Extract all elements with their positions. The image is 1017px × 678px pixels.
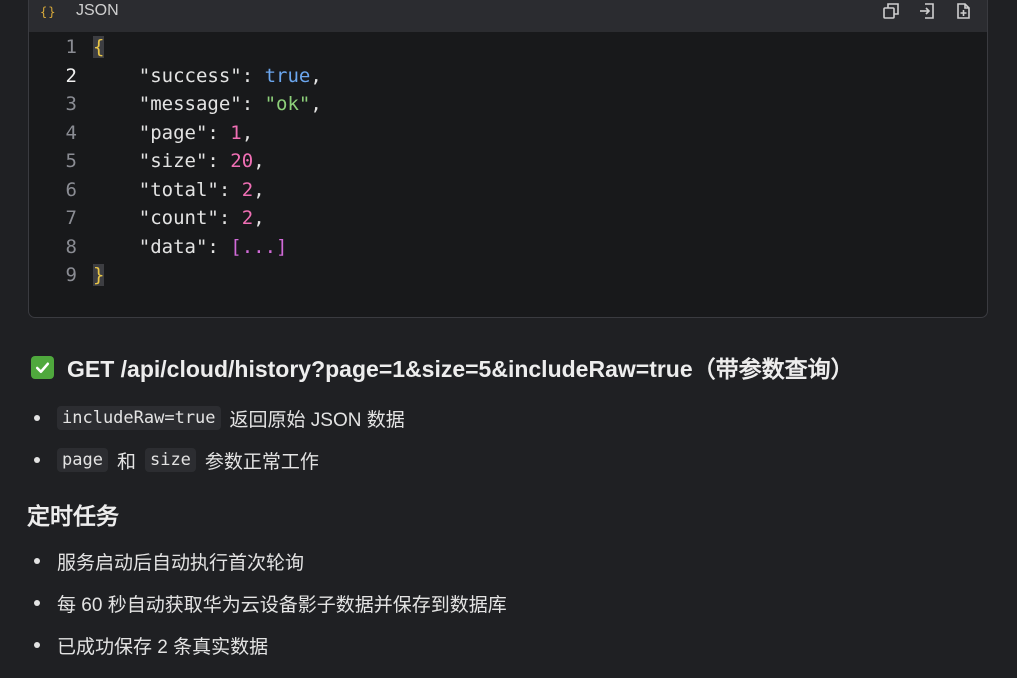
code-line-9: 9 } bbox=[29, 264, 987, 292]
code-text: "page": 1, bbox=[138, 122, 254, 144]
code-language-label: JSON bbox=[76, 2, 119, 19]
list-item: 已成功保存 2 条真实数据 bbox=[34, 630, 268, 660]
code-text: } bbox=[93, 264, 105, 286]
json-value: true bbox=[264, 65, 311, 87]
json-value: 2 bbox=[241, 207, 254, 229]
line-number: 6 bbox=[65, 179, 77, 201]
code-line-3: 3 "message": "ok", bbox=[29, 93, 987, 121]
code-text: { bbox=[93, 36, 105, 58]
code-text: "data": [...] bbox=[138, 236, 288, 258]
insert-icon[interactable] bbox=[917, 1, 937, 21]
json-value: 1 bbox=[230, 122, 242, 144]
json-key: "size" bbox=[138, 150, 208, 172]
json-key: "message" bbox=[138, 93, 242, 115]
json-value: "ok" bbox=[264, 93, 311, 115]
copy-icon[interactable] bbox=[881, 1, 901, 21]
code-block-header: {} JSON bbox=[29, 0, 987, 32]
code-line-5: 5 "size": 20, bbox=[29, 150, 987, 178]
line-number: 9 bbox=[65, 264, 77, 286]
api-heading-text: GET /api/cloud/history?page=1&size=5&inc… bbox=[67, 356, 854, 382]
list-item: page 和 size 参数正常工作 bbox=[34, 445, 319, 475]
bullet-dot bbox=[34, 415, 40, 421]
braces-icon: {} bbox=[40, 5, 57, 19]
code-body: 1 { 2 "success": true, 3 "message": "ok"… bbox=[29, 32, 987, 317]
line-number: 7 bbox=[65, 207, 77, 229]
inline-code: size bbox=[144, 448, 196, 472]
list-item: 服务启动后自动执行首次轮询 bbox=[34, 546, 304, 576]
code-text: "size": 20, bbox=[138, 150, 265, 172]
chat-response-page: {} JSON 1 {2 "success": true, 3 "messag… bbox=[0, 0, 1017, 678]
json-key: "page" bbox=[138, 122, 208, 144]
close-brace: } bbox=[93, 264, 105, 286]
json-key: "success" bbox=[138, 65, 242, 87]
bullet-dot bbox=[34, 457, 40, 463]
line-number: 8 bbox=[65, 236, 77, 258]
line-number: 3 bbox=[65, 93, 77, 115]
section-title: 定时任务 bbox=[27, 503, 119, 529]
line-number: 2 bbox=[65, 65, 77, 87]
json-value: [...] bbox=[230, 236, 288, 258]
api-endpoint-heading: GET /api/cloud/history?page=1&size=5&inc… bbox=[31, 352, 854, 382]
code-text: "count": 2, bbox=[138, 207, 265, 229]
json-value: 2 bbox=[241, 179, 254, 201]
bullet-dot bbox=[34, 642, 40, 648]
json-key: "data" bbox=[138, 236, 208, 258]
line-number: 5 bbox=[65, 150, 77, 172]
code-text: "success": true, bbox=[138, 65, 322, 87]
list-item: 每 60 秒自动获取华为云设备影子数据并保存到数据库 bbox=[34, 588, 507, 618]
code-line-6: 6 "total": 2, bbox=[29, 179, 987, 207]
json-key: "count" bbox=[138, 207, 219, 229]
json-key: "total" bbox=[138, 179, 219, 201]
list-item-joiner: 和 bbox=[116, 451, 136, 473]
code-line-4: 4 "page": 1, bbox=[29, 122, 987, 150]
code-line-8: 8 "data": [...] bbox=[29, 236, 987, 264]
line-number: 4 bbox=[65, 122, 77, 144]
bullet-dot bbox=[34, 600, 40, 606]
bullet-dot bbox=[34, 558, 40, 564]
line-number: 1 bbox=[65, 36, 77, 58]
code-line-1: 1 { bbox=[29, 36, 987, 64]
list-item-text: 每 60 秒自动获取华为云设备影子数据并保存到数据库 bbox=[57, 594, 507, 616]
check-icon bbox=[31, 355, 54, 379]
list-item: includeRaw=true 返回原始 JSON 数据 bbox=[34, 403, 405, 433]
code-line-7: 7 "count": 2, bbox=[29, 207, 987, 235]
code-line-2: 2 "success": true, bbox=[29, 65, 987, 93]
list-item-text: 参数正常工作 bbox=[204, 451, 319, 473]
open-brace: { bbox=[93, 36, 105, 58]
code-text: "total": 2, bbox=[138, 179, 265, 201]
new-file-icon[interactable] bbox=[953, 1, 973, 21]
list-item-text: 已成功保存 2 条真实数据 bbox=[57, 636, 269, 658]
inline-code: includeRaw=true bbox=[57, 406, 221, 430]
list-item-text: 返回原始 JSON 数据 bbox=[229, 409, 405, 431]
json-code-block: {} JSON 1 {2 "success": true, 3 "messag… bbox=[28, 0, 988, 318]
code-text: "message": "ok", bbox=[138, 93, 322, 115]
json-value: 20 bbox=[230, 150, 254, 172]
list-item-text: 服务启动后自动执行首次轮询 bbox=[57, 552, 305, 574]
inline-code: page bbox=[57, 448, 108, 472]
